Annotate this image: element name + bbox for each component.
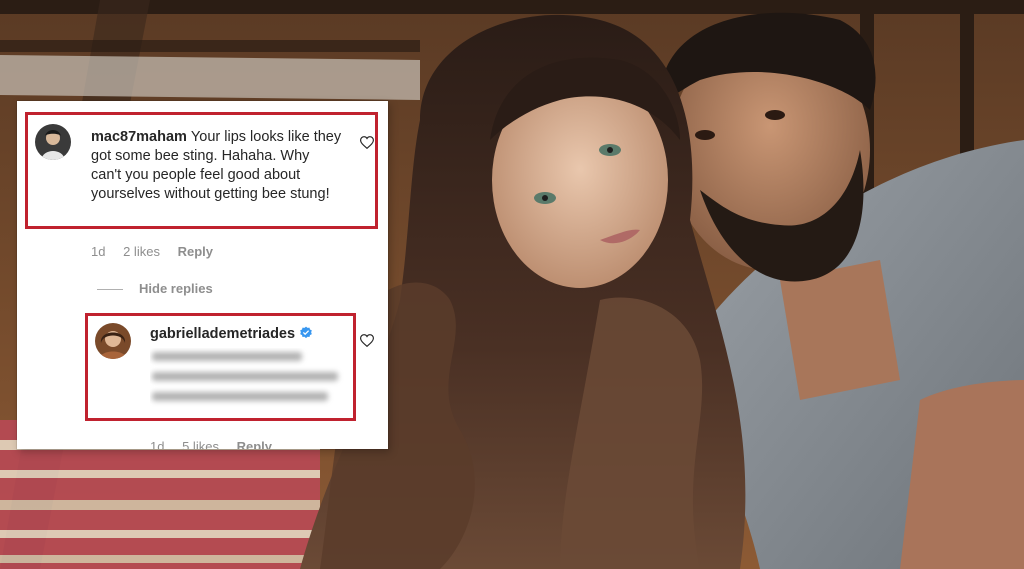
- heart-icon[interactable]: [360, 334, 374, 347]
- verified-badge-icon: [300, 326, 312, 339]
- comment-card: mac87maham Your lips looks like they got …: [17, 101, 388, 449]
- avatar-icon[interactable]: [95, 323, 131, 359]
- reply-time: 1d: [150, 439, 165, 449]
- comment-username[interactable]: mac87maham: [91, 129, 187, 145]
- reply-reply-button[interactable]: Reply: [237, 439, 272, 449]
- reply-username[interactable]: gabriellademetriades: [150, 326, 295, 342]
- avatar-icon[interactable]: [35, 124, 71, 160]
- reply-username-row: gabriellademetriades: [150, 326, 313, 342]
- reply-button[interactable]: Reply: [178, 244, 213, 259]
- blurred-reply-text: [152, 352, 338, 401]
- hide-replies-label: Hide replies: [139, 281, 213, 296]
- comment-meta: 1d 2 likes Reply: [91, 244, 227, 259]
- screenshot-scene: mac87maham Your lips looks like they got …: [0, 0, 1024, 569]
- heart-icon[interactable]: [360, 136, 374, 149]
- reply-likes[interactable]: 5 likes: [182, 439, 219, 449]
- hide-replies-toggle[interactable]: Hide replies: [97, 281, 213, 296]
- comment-body: mac87maham Your lips looks like they got …: [91, 128, 343, 204]
- comment-time: 1d: [91, 244, 106, 259]
- divider-line: [97, 289, 123, 291]
- comment-likes[interactable]: 2 likes: [123, 244, 160, 259]
- reply-meta: 1d 5 likes Reply: [150, 439, 286, 449]
